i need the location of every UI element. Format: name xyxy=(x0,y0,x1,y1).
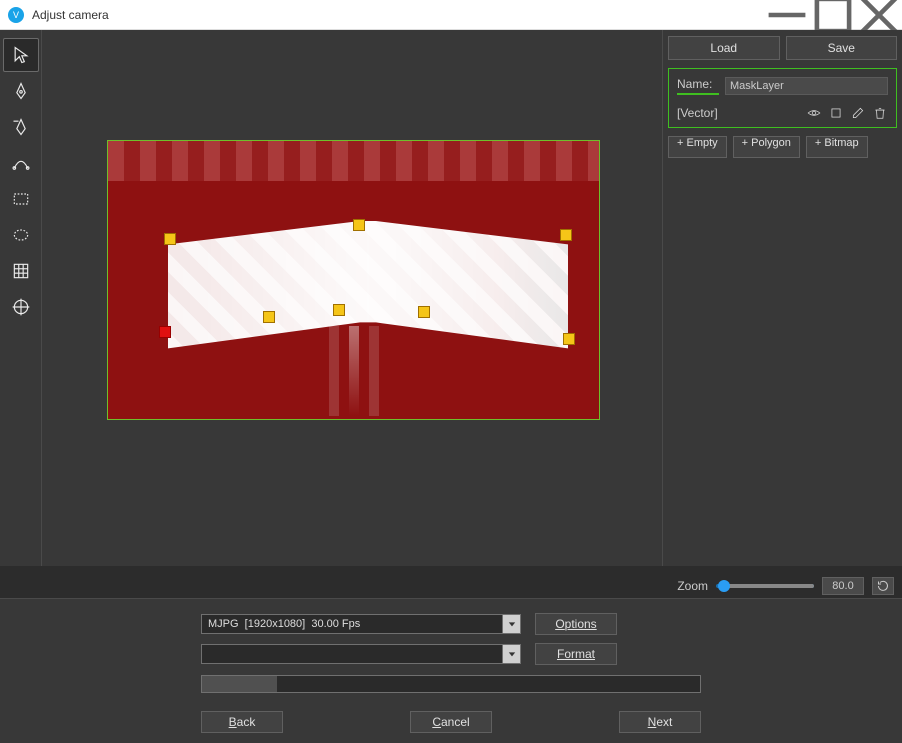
format-dropdown-button[interactable] xyxy=(503,644,521,664)
right-panel: Load Save Name: [Vector] + Empty xyxy=(662,30,902,566)
mask-shape[interactable] xyxy=(168,221,568,351)
cancel-button[interactable]: Cancel xyxy=(410,711,492,733)
layer-type-label: [Vector] xyxy=(677,106,718,120)
handle[interactable] xyxy=(563,333,575,345)
main-area: Load Save Name: [Vector] + Empty xyxy=(0,30,902,566)
pen-tool[interactable] xyxy=(3,74,39,108)
progress-bar xyxy=(201,675,701,693)
zoom-row: Zoom 80.0 xyxy=(0,574,902,598)
handle[interactable] xyxy=(263,311,275,323)
name-label: Name: xyxy=(677,77,712,91)
add-polygon-button[interactable]: + Polygon xyxy=(733,136,800,158)
pen-minus-tool[interactable] xyxy=(3,110,39,144)
format-button[interactable]: Format xyxy=(535,643,617,665)
format-combo[interactable] xyxy=(201,644,503,664)
zoom-slider[interactable] xyxy=(716,584,814,588)
options-button[interactable]: Options xyxy=(535,613,617,635)
rectangle-tool[interactable] xyxy=(3,182,39,216)
handle[interactable] xyxy=(418,306,430,318)
maximize-button[interactable] xyxy=(810,0,856,30)
ellipse-tool[interactable] xyxy=(3,218,39,252)
next-button[interactable]: Next xyxy=(619,711,701,733)
visibility-icon[interactable] xyxy=(806,105,822,121)
app-icon: V xyxy=(8,7,24,23)
handle[interactable] xyxy=(333,304,345,316)
layer-box: Name: [Vector] xyxy=(668,68,897,128)
titlebar: V Adjust camera xyxy=(0,0,902,30)
bezier-tool[interactable] xyxy=(3,146,39,180)
save-button[interactable]: Save xyxy=(786,36,898,60)
handle[interactable] xyxy=(353,219,365,231)
edit-icon[interactable] xyxy=(850,105,866,121)
window-title: Adjust camera xyxy=(32,8,109,22)
layer-name-input[interactable] xyxy=(725,77,888,95)
back-button[interactable]: Back xyxy=(201,711,283,733)
grid-tool[interactable] xyxy=(3,254,39,288)
zoom-value[interactable]: 80.0 xyxy=(822,577,864,595)
zoom-label: Zoom xyxy=(677,579,708,593)
trash-icon[interactable] xyxy=(872,105,888,121)
resolution-combo[interactable] xyxy=(201,614,503,634)
crosshair-tool[interactable] xyxy=(3,290,39,324)
handle[interactable] xyxy=(164,233,176,245)
handle-active[interactable] xyxy=(159,326,171,338)
camera-preview[interactable] xyxy=(107,140,600,420)
toolbar xyxy=(0,30,42,566)
box-icon[interactable] xyxy=(828,105,844,121)
add-empty-button[interactable]: + Empty xyxy=(668,136,727,158)
load-button[interactable]: Load xyxy=(668,36,780,60)
pointer-tool[interactable] xyxy=(3,38,39,72)
resolution-dropdown-button[interactable] xyxy=(503,614,521,634)
canvas-area[interactable] xyxy=(42,30,662,566)
handle[interactable] xyxy=(560,229,572,241)
minimize-button[interactable] xyxy=(764,0,810,30)
close-button[interactable] xyxy=(856,0,902,30)
add-bitmap-button[interactable]: + Bitmap xyxy=(806,136,868,158)
zoom-slider-thumb[interactable] xyxy=(718,580,730,592)
bottom-panel: Options Format Back Cancel Next xyxy=(0,598,902,743)
zoom-reset-button[interactable] xyxy=(872,577,894,595)
progress-fill xyxy=(202,676,277,692)
